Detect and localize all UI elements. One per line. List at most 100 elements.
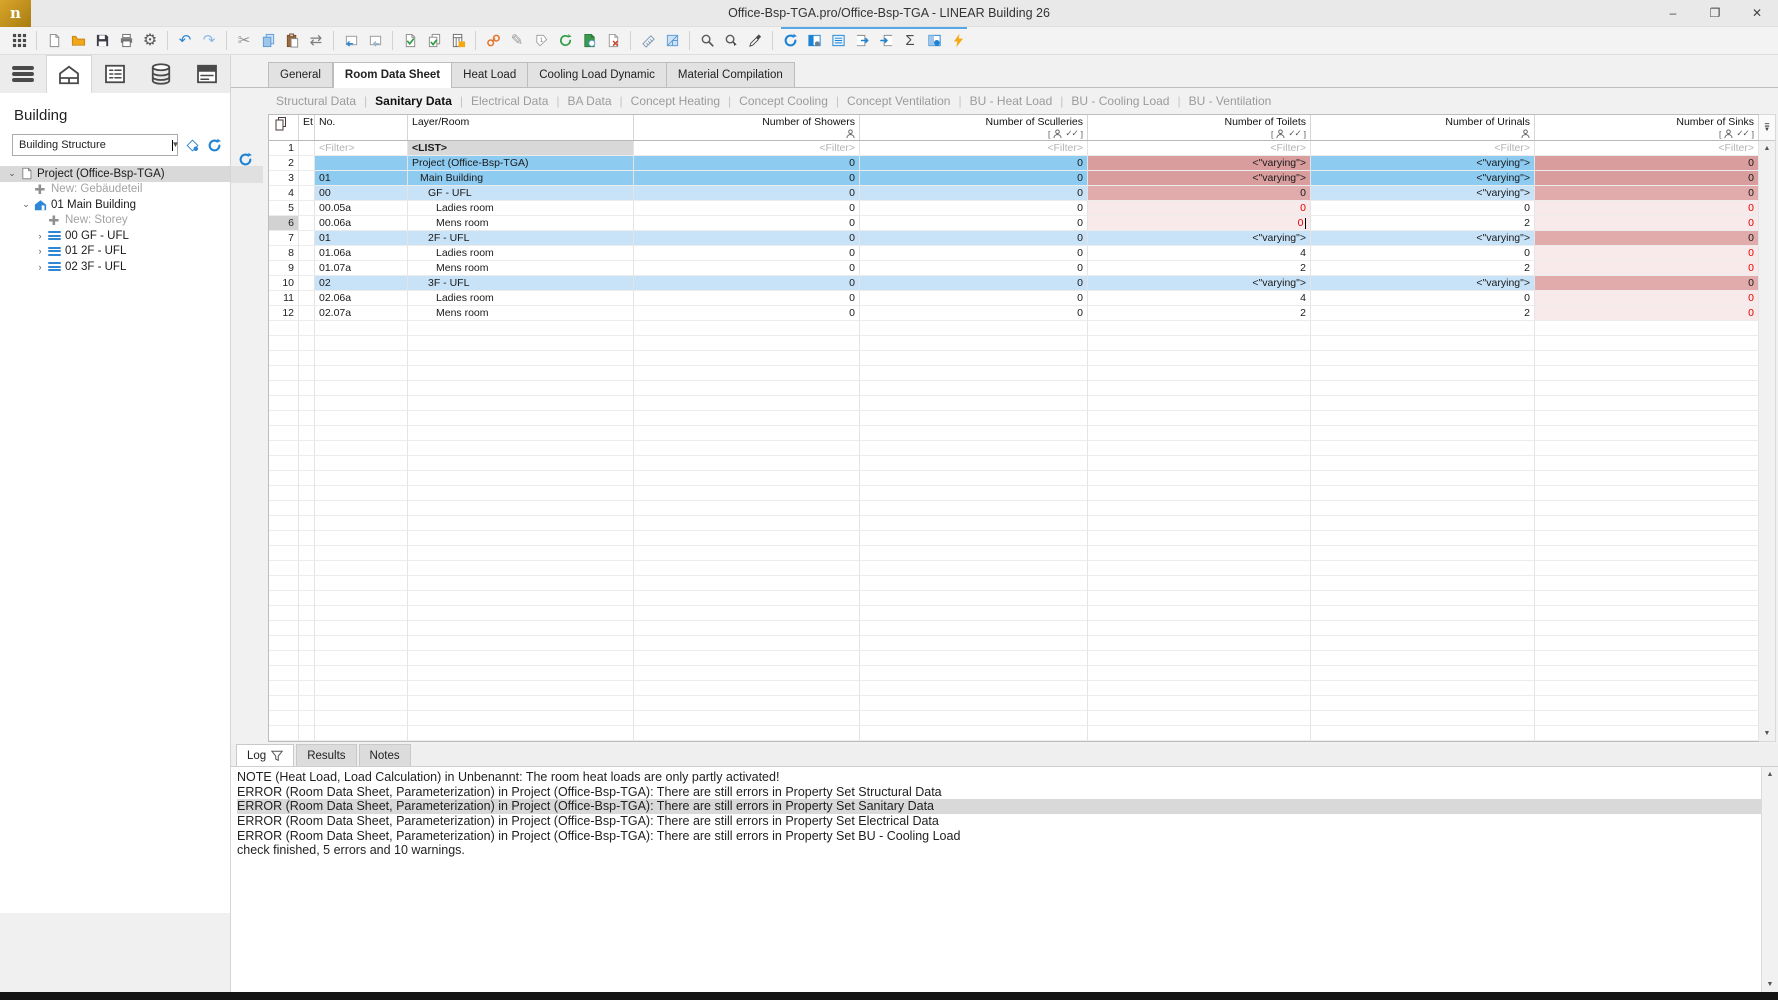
cell-4-urinals[interactable]: <"varying"> — [1311, 186, 1535, 201]
cell-5-sculleries[interactable]: 0 — [860, 201, 1088, 216]
cell-10-sculleries[interactable]: 0 — [860, 276, 1088, 291]
sub-tab-concept-ventilation[interactable]: Concept Ventilation — [839, 94, 958, 108]
cell-3-sculleries[interactable]: 0 — [860, 171, 1088, 186]
cell-8-urinals[interactable]: 0 — [1311, 246, 1535, 261]
log-line-2[interactable]: ERROR (Room Data Sheet, Parameterization… — [237, 785, 1761, 800]
row-number[interactable] — [269, 591, 299, 606]
row-number[interactable]: 8 — [269, 246, 299, 261]
cell-1-no[interactable]: <Filter> — [315, 141, 408, 156]
cell-6-urinals[interactable]: 2 — [1311, 216, 1535, 231]
cell-2-toilets[interactable]: <"varying"> — [1088, 156, 1311, 171]
cell-7-no[interactable]: 01 — [315, 231, 408, 246]
cell-7-et[interactable] — [299, 231, 315, 246]
new-document-icon[interactable] — [42, 29, 66, 53]
cell-4-no[interactable]: 00 — [315, 186, 408, 201]
maximize-button[interactable]: ❐ — [1694, 0, 1736, 26]
log-tab-log[interactable]: Log — [236, 744, 294, 766]
row-number[interactable]: 5 — [269, 201, 299, 216]
cell-10-room[interactable]: 3F - UFL — [408, 276, 634, 291]
cell-10-toilets[interactable]: <"varying"> — [1088, 276, 1311, 291]
row-number[interactable] — [269, 606, 299, 621]
calculate-bolt-icon[interactable] — [946, 29, 970, 53]
row-number[interactable] — [269, 561, 299, 576]
redo-icon[interactable]: ↷ — [197, 29, 221, 53]
cell-10-no[interactable]: 02 — [315, 276, 408, 291]
cell-12-toilets[interactable]: 2 — [1088, 306, 1311, 321]
tree-item-new-storey[interactable]: ✚New: Storey — [0, 213, 230, 229]
paste-icon[interactable] — [280, 29, 304, 53]
print-icon[interactable] — [114, 29, 138, 53]
log-scroll-track[interactable] — [1762, 782, 1778, 977]
cell-1-sinks[interactable]: <Filter> — [1535, 141, 1759, 156]
scroll-track[interactable] — [1759, 156, 1775, 726]
sub-tab-structural-data[interactable]: Structural Data — [268, 94, 364, 108]
column-header-room[interactable]: Layer/Room — [408, 115, 634, 140]
column-header-sinks[interactable]: Number of Sinks[✓✓] — [1535, 115, 1759, 140]
row-number[interactable]: 1 — [269, 141, 299, 156]
row-number[interactable]: 4 — [269, 186, 299, 201]
pencil-icon[interactable]: ✎ — [505, 29, 529, 53]
import-box-icon[interactable] — [874, 29, 898, 53]
cell-7-toilets[interactable]: <"varying"> — [1088, 231, 1311, 246]
cell-1-sculleries[interactable]: <Filter> — [860, 141, 1088, 156]
cell-12-room[interactable]: Mens room — [408, 306, 634, 321]
cell-12-et[interactable] — [299, 306, 315, 321]
copy-icon[interactable] — [256, 29, 280, 53]
cell-3-urinals[interactable]: <"varying"> — [1311, 171, 1535, 186]
row-number[interactable]: 7 — [269, 231, 299, 246]
cell-11-room[interactable]: Ladies room — [408, 291, 634, 306]
tree-item-new-geb-udeteil[interactable]: ✚New: Gebäudeteil — [0, 182, 230, 198]
row-number[interactable]: 6 — [269, 216, 299, 231]
table-scrollbar[interactable]: ≡▼ ▲ ▼ — [1759, 114, 1776, 742]
cell-10-showers[interactable]: 0 — [634, 276, 860, 291]
main-tab-general[interactable]: General — [268, 62, 333, 88]
cell-3-showers[interactable]: 0 — [634, 171, 860, 186]
search-select-icon[interactable] — [719, 29, 743, 53]
log-tab-results[interactable]: Results — [296, 744, 356, 766]
row-number[interactable]: 12 — [269, 306, 299, 321]
sub-tab-bu-ventilation[interactable]: BU - Ventilation — [1181, 94, 1280, 108]
cell-8-sinks[interactable]: 0 — [1535, 246, 1759, 261]
column-filter-button[interactable]: ≡▼ — [1759, 115, 1775, 141]
cell-7-urinals[interactable]: <"varying"> — [1311, 231, 1535, 246]
cell-12-urinals[interactable]: 2 — [1311, 306, 1535, 321]
plan-box-icon[interactable] — [660, 29, 684, 53]
row-number[interactable]: 2 — [269, 156, 299, 171]
window-export-icon[interactable] — [339, 29, 363, 53]
row-number[interactable]: 9 — [269, 261, 299, 276]
cell-2-et[interactable] — [299, 156, 315, 171]
cell-11-et[interactable] — [299, 291, 315, 306]
cell-6-sculleries[interactable]: 0 — [860, 216, 1088, 231]
cell-6-no[interactable]: 00.06a — [315, 216, 408, 231]
cell-2-sinks[interactable]: 0 — [1535, 156, 1759, 171]
cell-11-sinks[interactable]: 0 — [1535, 291, 1759, 306]
cell-9-urinals[interactable]: 2 — [1311, 261, 1535, 276]
cell-12-no[interactable]: 02.07a — [315, 306, 408, 321]
sidebar-tab-report[interactable] — [184, 55, 230, 93]
export-box-icon[interactable] — [850, 29, 874, 53]
sidebar-tab-database[interactable] — [138, 55, 184, 93]
main-tab-room-data-sheet[interactable]: Room Data Sheet — [333, 62, 452, 88]
row-number[interactable] — [269, 546, 299, 561]
tree-item-00-gf-ufl[interactable]: ›00 GF - UFL — [0, 228, 230, 244]
column-header-no[interactable]: No. — [315, 115, 408, 140]
cell-9-showers[interactable]: 0 — [634, 261, 860, 276]
eyedropper-icon[interactable] — [743, 29, 767, 53]
cell-9-no[interactable]: 01.07a — [315, 261, 408, 276]
row-number[interactable] — [269, 396, 299, 411]
sub-tab-ba-data[interactable]: BA Data — [560, 94, 620, 108]
check-list-icon[interactable] — [826, 29, 850, 53]
cell-5-sinks[interactable]: 0 — [1535, 201, 1759, 216]
panel-settings-icon[interactable] — [802, 29, 826, 53]
row-number[interactable] — [269, 426, 299, 441]
tree-item-01-2f-ufl[interactable]: ›01 2F - UFL — [0, 244, 230, 260]
row-number[interactable] — [269, 321, 299, 336]
cell-6-toilets[interactable]: 0 — [1088, 216, 1311, 231]
cell-8-sculleries[interactable]: 0 — [860, 246, 1088, 261]
cell-2-no[interactable] — [315, 156, 408, 171]
cell-5-showers[interactable]: 0 — [634, 201, 860, 216]
undo-icon[interactable]: ↶ — [173, 29, 197, 53]
cell-11-no[interactable]: 02.06a — [315, 291, 408, 306]
main-tab-cooling-load-dynamic[interactable]: Cooling Load Dynamic — [528, 62, 667, 88]
table-refresh-icon[interactable] — [238, 152, 253, 167]
